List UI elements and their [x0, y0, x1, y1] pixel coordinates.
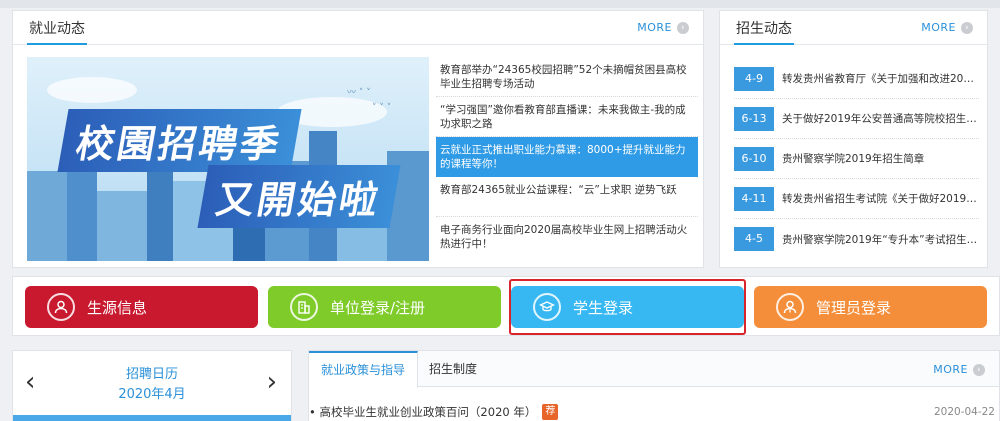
calendar-month: 2020年4月 [118, 387, 186, 402]
news-more-link[interactable]: MORE › [637, 21, 689, 34]
user-info-icon [47, 293, 75, 321]
enroll-panel-header: 招生动态 MORE › [720, 11, 987, 45]
building-shape [97, 191, 147, 261]
policy-item-text: • 高校毕业生就业创业政策百问（2020 年） [309, 405, 537, 419]
campus-recruit-banner[interactable]: 〰 ˅ ˅ ˅ ˅ ˅ 校園招聘季 又開始啦 [27, 57, 429, 261]
chevron-right-icon: › [677, 21, 689, 34]
recruit-calendar: ‹ 招聘日历 2020年4月 › [12, 350, 292, 421]
enroll-item-text: 转发贵州省教育厅《关于加强和改进2020年... [782, 73, 979, 85]
enroll-item[interactable]: 4-5 贵州警察学院2019年“专升本”考试招生章程 [734, 219, 979, 259]
news-panel-header: 就业动态 MORE › [13, 11, 703, 45]
policy-panel: 就业政策与指导 招生制度 MORE › • 高校毕业生就业创业政策百问（2020… [308, 350, 1000, 421]
student-login-label: 学生登录 [573, 298, 634, 317]
building-shape [27, 171, 67, 261]
enroll-item[interactable]: 6-10 贵州警察学院2019年招生简章 [734, 139, 979, 179]
source-info-button[interactable]: 生源信息 [25, 286, 258, 328]
date-badge: 6-10 [734, 146, 774, 171]
news-more-label: MORE [637, 21, 672, 34]
news-item[interactable]: 教育部举办“24365校园招聘”52个未摘帽贫困县高校毕业生招聘专场活动 [436, 57, 698, 97]
policy-more-label: MORE [933, 363, 968, 376]
banner-headline-2: 又開始啦 [197, 165, 401, 228]
admin-login-button[interactable]: 管理员登录 [754, 286, 987, 328]
enroll-item[interactable]: 6-13 关于做好2019年公安普通高等院校招生工作... [734, 99, 979, 139]
calendar-title: 招聘日历 [125, 367, 178, 382]
news-panel-title: 就业动态 [27, 11, 87, 45]
admin-user-icon [776, 293, 804, 321]
calendar-weekday-bar [13, 415, 291, 421]
enroll-panel-title: 招生动态 [734, 11, 794, 45]
bird-icon: 〰 ˅ ˅ [347, 88, 371, 98]
enroll-panel: 招生动态 MORE › 4-9 转发贵州省教育厅《关于加强和改进2020年...… [719, 10, 988, 268]
cloud-shape [47, 77, 137, 103]
date-badge: 4-9 [734, 66, 774, 91]
enroll-more-label: MORE [921, 21, 956, 34]
date-badge: 4-5 [734, 227, 774, 251]
news-list: 教育部举办“24365校园招聘”52个未摘帽贫困县高校毕业生招聘专场活动 “学习… [436, 57, 698, 257]
enroll-item-text: 转发贵州省招生考试院《关于做好2019年普... [782, 193, 979, 205]
policy-more-link[interactable]: MORE › [933, 363, 985, 376]
company-login-label: 单位登录/注册 [330, 298, 426, 317]
tab-enroll-system[interactable]: 招生制度 [417, 351, 489, 387]
enroll-item[interactable]: 4-11 转发贵州省招生考试院《关于做好2019年普... [734, 179, 979, 219]
enroll-item-text: 贵州警察学院2019年招生简章 [782, 153, 925, 165]
banner-headline-1: 校園招聘季 [57, 109, 302, 172]
tab-employment-policy[interactable]: 就业政策与指导 [309, 351, 419, 388]
enroll-item-text: 贵州警察学院2019年“专升本”考试招生章程 [782, 233, 979, 246]
company-login-button[interactable]: 单位登录/注册 [268, 286, 501, 328]
admin-login-label: 管理员登录 [816, 298, 892, 317]
chevron-right-icon: › [973, 363, 985, 376]
recommend-badge: 荐 [542, 404, 559, 420]
student-login-button[interactable]: 学生登录 [511, 286, 744, 328]
bird-icon: ˅ ˅ ˅ [372, 103, 392, 113]
policy-list-item[interactable]: • 高校毕业生就业创业政策百问（2020 年） 荐 2020-04-22 [309, 403, 999, 421]
news-panel: 就业动态 MORE › 〰 ˅ ˅ ˅ ˅ ˅ 校園招聘季 又開始啦 教育部举办… [12, 10, 704, 268]
building-icon [290, 293, 318, 321]
date-badge: 4-11 [734, 186, 774, 211]
enroll-item[interactable]: 4-9 转发贵州省教育厅《关于加强和改进2020年... [734, 59, 979, 99]
top-strip [0, 0, 1000, 8]
date-badge: 6-13 [734, 106, 774, 131]
source-info-label: 生源信息 [87, 298, 148, 317]
policy-tabs: 就业政策与指导 招生制度 MORE › [309, 351, 999, 388]
news-item[interactable]: “学习强国”邀你看教育部直播课：未来我做主-我的成功求职之路 [436, 97, 698, 137]
enroll-item-text: 关于做好2019年公安普通高等院校招生工作... [782, 113, 979, 125]
news-item[interactable]: 电子商务行业面向2020届高校毕业生网上招聘活动火热进行中！ [436, 217, 698, 257]
policy-item-date: 2020-04-22 [933, 406, 995, 418]
news-item[interactable]: 教育部24365就业公益课程：“云”上求职 逆势飞跃 [436, 177, 698, 217]
graduation-cap-icon [533, 293, 561, 321]
enroll-list: 4-9 转发贵州省教育厅《关于加强和改进2020年... 6-13 关于做好20… [734, 59, 979, 259]
chevron-right-icon: › [961, 21, 973, 34]
login-button-row: 生源信息 单位登录/注册 学生登录 管理员登录 [12, 276, 1000, 336]
enroll-more-link[interactable]: MORE › [921, 21, 973, 34]
calendar-next-icon[interactable]: › [267, 369, 277, 395]
news-item-active[interactable]: 云就业正式推出职业能力慕课：8000+提升就业能力的课程等你！ [436, 137, 698, 177]
